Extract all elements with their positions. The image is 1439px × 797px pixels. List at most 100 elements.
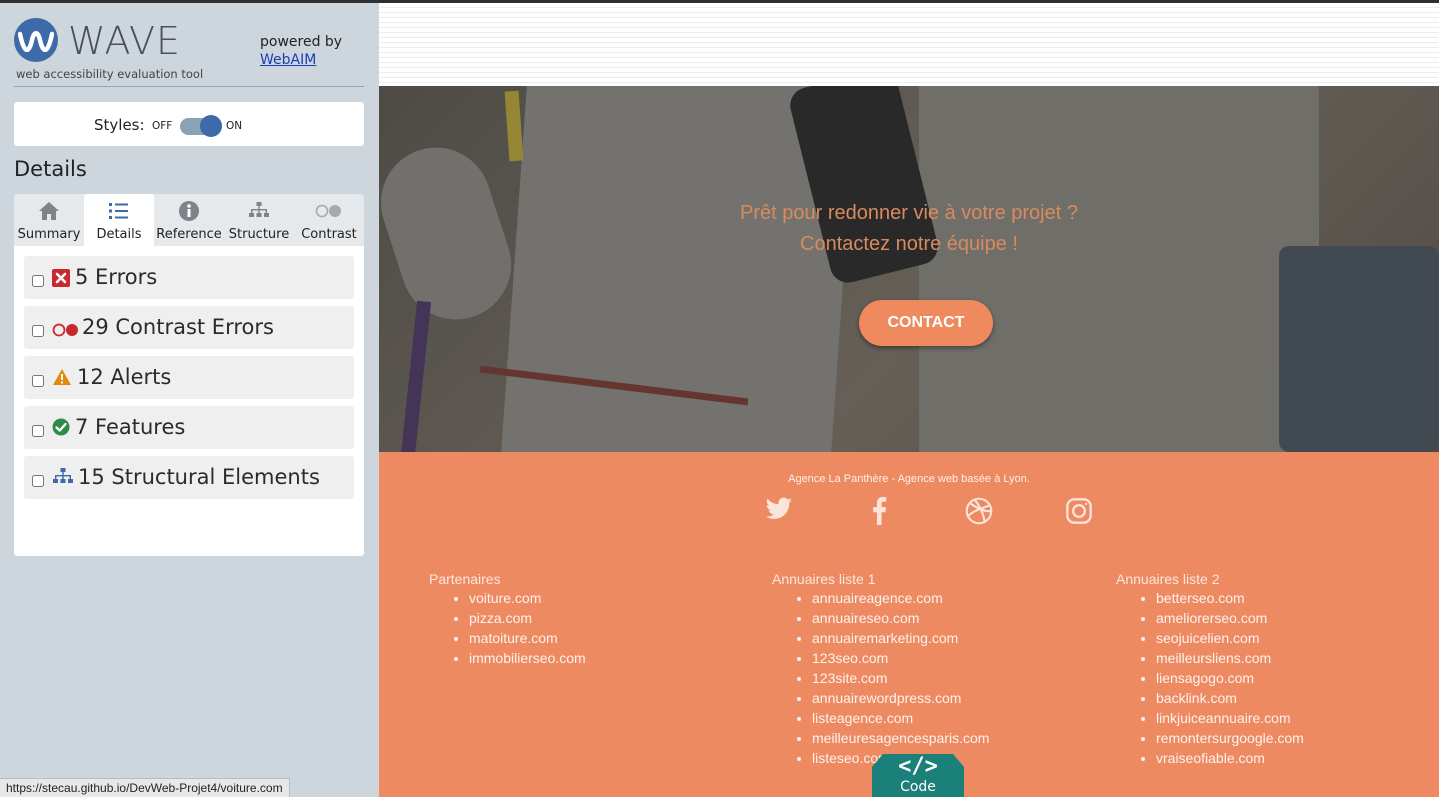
tab-details[interactable]: Details — [84, 194, 154, 246]
features-label: 7 Features — [75, 415, 186, 439]
link-list: betterseo.com ameliorerseo.com seojuicel… — [1116, 588, 1304, 768]
wave-logo-icon — [14, 18, 58, 62]
wave-tabs: Summary Details Reference Structure Cont… — [14, 194, 364, 246]
alert-icon — [52, 368, 72, 390]
window-top-border — [0, 0, 1439, 3]
footer-link[interactable]: meilleuresagencesparis.com — [812, 728, 989, 748]
twitter-icon[interactable] — [765, 497, 793, 526]
footer-link[interactable]: meilleursliens.com — [1156, 648, 1304, 668]
footer-link[interactable]: 123site.com — [812, 668, 989, 688]
footer-link[interactable]: remontersurgoogle.com — [1156, 728, 1304, 748]
column-title: Annuaires liste 1 — [772, 571, 876, 587]
contact-button[interactable]: CONTACT — [859, 300, 993, 346]
code-label: Code — [900, 779, 936, 795]
tab-structure-label: Structure — [228, 227, 290, 242]
feature-icon — [52, 418, 70, 440]
contrast-errors-checkbox[interactable] — [32, 325, 44, 337]
footer-link[interactable]: ameliorerseo.com — [1156, 608, 1304, 628]
footer-link[interactable]: annuaireagence.com — [812, 588, 989, 608]
footer-link[interactable]: listeagence.com — [812, 708, 989, 728]
details-heading: Details — [14, 157, 87, 181]
toggle-on-label: ON — [226, 120, 243, 132]
link-list: voiture.com pizza.com matoiture.com immo… — [429, 588, 586, 668]
footer-link[interactable]: betterseo.com — [1156, 588, 1304, 608]
alerts-checkbox[interactable] — [32, 375, 44, 387]
category-contrast-errors[interactable]: 29 Contrast Errors — [24, 306, 354, 349]
wave-sidebar: WAVE web accessibility evaluation tool p… — [0, 0, 379, 797]
column-title: Annuaires liste 2 — [1116, 571, 1220, 587]
details-panel: 5 Errors 29 Contrast Errors 12 Alerts 7 … — [14, 246, 364, 556]
footer-link[interactable]: pizza.com — [469, 608, 586, 628]
tab-summary[interactable]: Summary — [14, 194, 84, 246]
toggle-off-label: OFF — [152, 120, 173, 132]
tab-structure[interactable]: Structure — [224, 194, 294, 246]
footer-tagline: Agence La Panthère - Agence web basée à … — [788, 473, 1030, 485]
footer-column-annuaires-1: Annuaires liste 1 annuaireagence.com ann… — [772, 571, 989, 768]
footer-link[interactable]: annuaireseo.com — [812, 608, 989, 628]
tab-contrast-label: Contrast — [301, 227, 357, 242]
footer-link[interactable]: matoiture.com — [469, 628, 586, 648]
footer-link[interactable]: immobilierseo.com — [469, 648, 586, 668]
category-features[interactable]: 7 Features — [24, 406, 354, 449]
home-icon — [14, 200, 84, 222]
footer-link[interactable]: 123seo.com — [812, 648, 989, 668]
footer-link[interactable]: backlink.com — [1156, 688, 1304, 708]
contrast-icon — [294, 200, 364, 222]
hero-line-1: Prêt pour redonner vie à votre projet ? — [740, 202, 1078, 224]
info-icon — [154, 200, 224, 222]
footer-link[interactable]: vraiseofiable.com — [1156, 748, 1304, 768]
structure-icon — [52, 468, 74, 490]
tab-reference-label: Reference — [156, 227, 222, 242]
instagram-icon[interactable] — [1065, 497, 1093, 530]
alerts-label: 12 Alerts — [77, 365, 172, 389]
link-list: annuaireagence.com annuaireseo.com annua… — [772, 588, 989, 768]
error-icon — [52, 269, 70, 291]
structural-checkbox[interactable] — [32, 475, 44, 487]
footer-link[interactable]: seojuicelien.com — [1156, 628, 1304, 648]
category-structural-elements[interactable]: 15 Structural Elements — [24, 456, 354, 499]
wave-tagline: web accessibility evaluation tool — [16, 67, 204, 81]
category-errors[interactable]: 5 Errors — [24, 256, 354, 299]
webaim-link[interactable]: WebAIM — [260, 51, 342, 69]
features-checkbox[interactable] — [32, 425, 44, 437]
hero-banner: Prêt pour redonner vie à votre projet ? … — [379, 86, 1439, 452]
footer-link[interactable]: liensagogo.com — [1156, 668, 1304, 688]
footer-column-annuaires-2: Annuaires liste 2 betterseo.com ameliore… — [1116, 571, 1304, 768]
footer-link[interactable]: voiture.com — [469, 588, 586, 608]
contrast-errors-label: 29 Contrast Errors — [82, 315, 274, 339]
structural-elements-label: 15 Structural Elements — [78, 465, 320, 489]
facebook-icon[interactable] — [871, 497, 887, 530]
hero-overlay — [379, 86, 1439, 452]
footer-link[interactable]: linkjuiceannuaire.com — [1156, 708, 1304, 728]
toggle-knob[interactable] — [200, 115, 222, 137]
page-preview: Prêt pour redonner vie à votre projet ? … — [379, 3, 1439, 797]
wave-logo[interactable]: WAVE web accessibility evaluation tool — [14, 17, 214, 83]
category-alerts[interactable]: 12 Alerts — [24, 356, 354, 399]
contrast-error-icon — [52, 322, 80, 341]
tab-reference[interactable]: Reference — [154, 194, 224, 246]
styles-toggle-box: Styles: OFF ON — [14, 102, 364, 146]
errors-label: 5 Errors — [75, 265, 158, 289]
status-url: https://stecau.github.io/DevWeb-Projet4/… — [0, 778, 290, 797]
dribbble-icon[interactable] — [965, 497, 993, 530]
hero-heading: Prêt pour redonner vie à votre projet ? … — [379, 198, 1439, 260]
styles-toggle[interactable] — [180, 115, 222, 137]
footer-column-partenaires: Partenaires voiture.com pizza.com matoit… — [429, 571, 586, 668]
errors-checkbox[interactable] — [32, 275, 44, 287]
column-title: Partenaires — [429, 571, 501, 587]
wave-logo-text: WAVE — [68, 19, 182, 63]
powered-by: powered by WebAIM — [260, 33, 342, 69]
page-header-area — [379, 3, 1439, 86]
footer-link[interactable]: annuairemarketing.com — [812, 628, 989, 648]
structure-icon — [224, 200, 294, 222]
powered-by-label: powered by — [260, 34, 343, 50]
code-icon: </> — [898, 754, 938, 779]
hero-line-2: Contactez notre équipe ! — [800, 233, 1018, 255]
tab-contrast[interactable]: Contrast — [294, 194, 364, 246]
tab-summary-label: Summary — [17, 227, 81, 242]
tab-details-label: Details — [96, 227, 142, 242]
code-toggle-button[interactable]: </> Code — [872, 754, 964, 797]
sidebar-divider — [14, 86, 364, 87]
footer-link[interactable]: annuairewordpress.com — [812, 688, 989, 708]
list-icon — [84, 200, 154, 222]
